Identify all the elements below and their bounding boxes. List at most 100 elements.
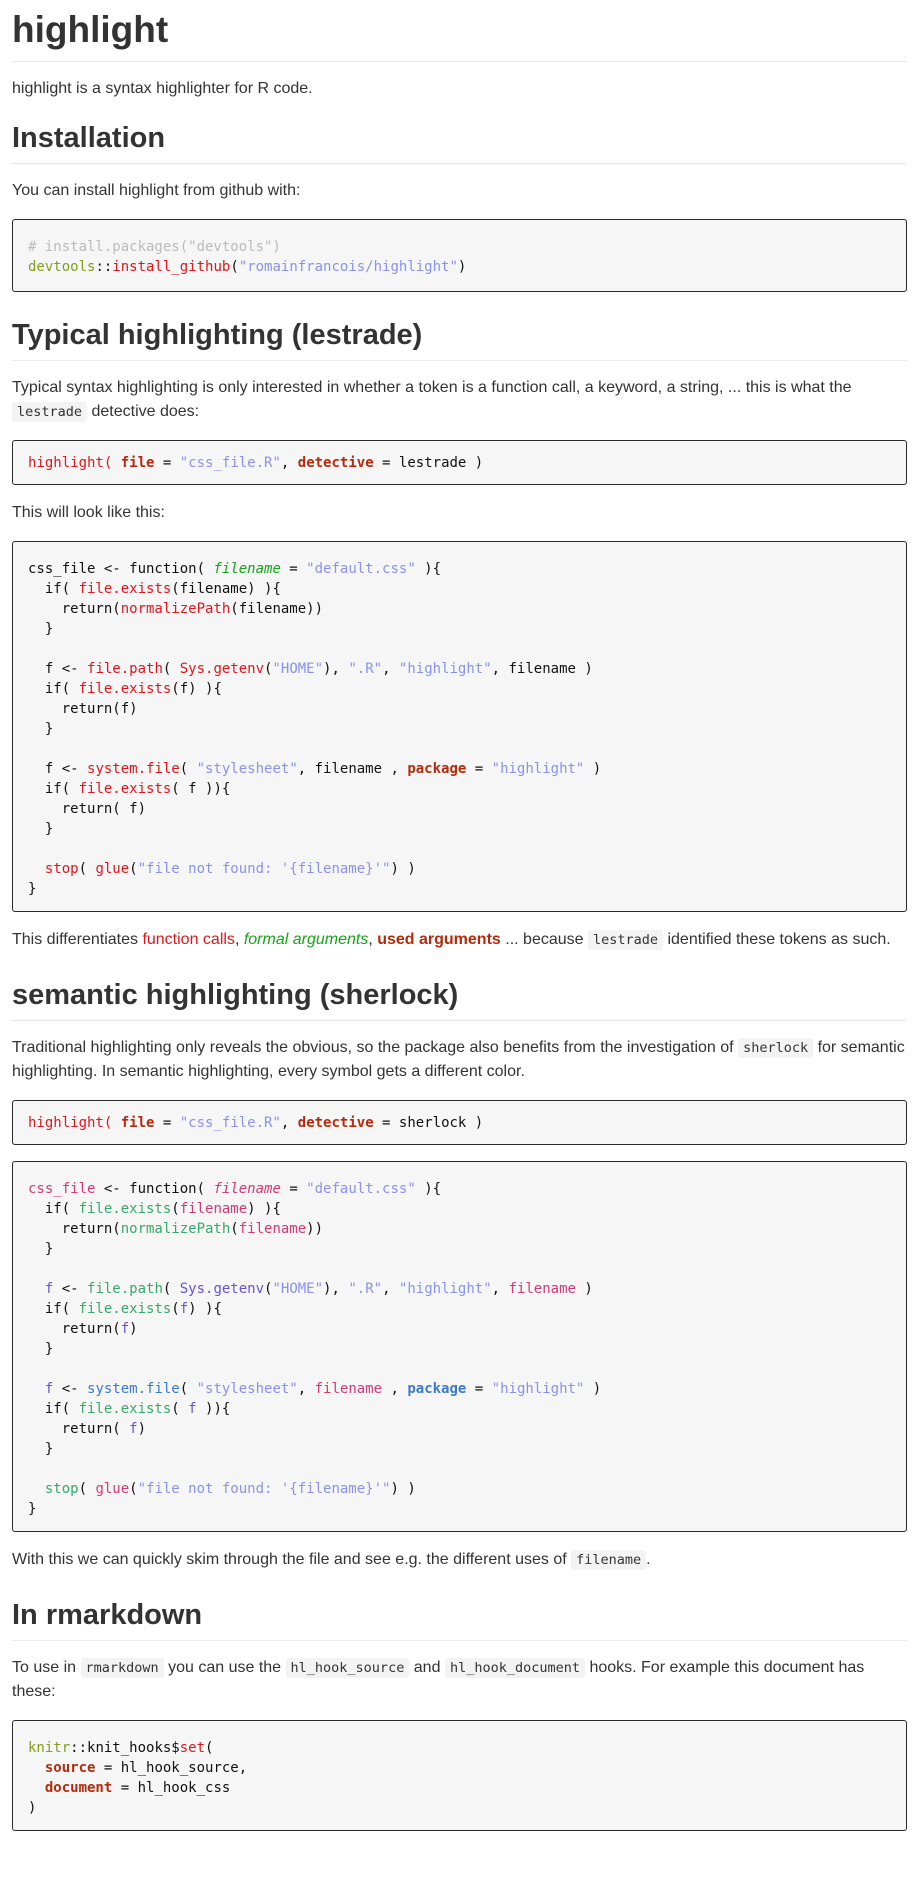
code-line: return( f) <box>28 1419 891 1439</box>
code-symbol: filename <box>508 1281 576 1297</box>
call-arg-detective: detective <box>297 455 374 471</box>
code-text: <- <box>53 1281 88 1297</box>
code-string: "highlight" <box>398 1281 492 1297</box>
code-formal-arg: filename <box>213 561 281 577</box>
sherlock-output-block: css_file <- function( filename = "defaul… <box>12 1161 907 1532</box>
sherlock-call-block: highlight( file = "css_file.R", detectiv… <box>12 1100 907 1145</box>
code-function: file.exists <box>78 781 172 797</box>
code-text: = <box>280 561 307 577</box>
installation-text: You can install highlight from github wi… <box>12 182 301 199</box>
code-text: ( <box>129 861 138 877</box>
code-text: ) <box>129 1321 138 1337</box>
code-text: (filename)) <box>230 601 324 617</box>
lestrade-code: lestrade <box>587 930 664 950</box>
code-text: ( <box>78 861 96 877</box>
code-text: } <box>28 1441 54 1457</box>
code-text: ( <box>162 1281 180 1297</box>
code-text: ) ){ <box>247 1201 281 1217</box>
code-symbol: f <box>129 1421 138 1437</box>
sherlock-code: sherlock <box>738 1038 814 1058</box>
code-text: )) <box>306 1221 324 1237</box>
code-arg-source: source <box>44 1760 96 1776</box>
code-text: , <box>491 1281 509 1297</box>
code-line: css_file <- function( filename = "defaul… <box>28 1179 891 1199</box>
diff-text-1: This differentiates <box>12 931 143 948</box>
diff-text-3: identified these tokens as such. <box>663 931 891 948</box>
code-string: "romainfrancois/highlight" <box>238 259 458 275</box>
lestrade-code: lestrade <box>12 402 88 422</box>
code-text: ( <box>179 761 197 777</box>
code-symbol: filename <box>238 1221 307 1237</box>
code-line: return(normalizePath(filename)) <box>28 599 891 619</box>
code-symbol: Sys.getenv <box>179 1281 265 1297</box>
call-value: lestrade ) <box>398 455 484 471</box>
code-line: return(normalizePath(filename)) <box>28 1219 891 1239</box>
code-symbol-function: system.file <box>87 1381 180 1397</box>
code-line: f <- file.path( Sys.getenv("HOME"), ".R"… <box>28 1279 891 1299</box>
code-text: if( <box>28 1201 79 1217</box>
code-symbol: f <box>188 1401 197 1417</box>
call-eq: = <box>154 455 180 471</box>
code-text: f <- <box>28 761 88 777</box>
code-text: ) ) <box>390 861 416 877</box>
code-text: } <box>28 721 54 737</box>
code-text: , filename , <box>297 761 408 777</box>
code-text: = <box>280 1181 307 1197</box>
code-function: system.file <box>87 761 180 777</box>
code-function: file.exists <box>78 681 172 697</box>
call-value: sherlock ) <box>398 1115 484 1131</box>
code-text: = <box>466 1381 492 1397</box>
semantic-text: Traditional highlighting only reveals th… <box>12 1036 907 1084</box>
filename-code: filename <box>571 1550 647 1570</box>
skim-text-before: With this we can quickly skim through th… <box>12 1551 567 1568</box>
install-code-block: # install.packages("devtools") devtools::… <box>12 219 907 292</box>
code-string: ".R" <box>348 661 383 677</box>
call-arg-detective: detective <box>297 1115 374 1131</box>
call-arg-file: file <box>120 1115 155 1131</box>
call-string: "css_file.R" <box>179 1115 281 1131</box>
code-line: } <box>28 1239 891 1259</box>
code-paren-close: ) <box>28 1800 37 1816</box>
code-text: ){ <box>415 561 442 577</box>
code-text: } <box>28 621 54 637</box>
code-text: ), <box>323 661 349 677</box>
code-text: return(f) <box>28 701 138 717</box>
code-arg-document: document <box>44 1780 113 1796</box>
code-paren-open: ( <box>230 259 239 275</box>
code-symbol-function: file.exists <box>78 1301 172 1317</box>
code-line: if( file.exists(f) ){ <box>28 679 891 699</box>
call-eq: = <box>154 1115 180 1131</box>
typical-text-after: detective does: <box>91 403 200 420</box>
installation-heading: Installation <box>12 120 907 164</box>
code-string: "file not found: '{filename}'" <box>137 861 391 877</box>
look-text: This will look like this: <box>12 504 165 521</box>
code-function: file.path <box>87 661 163 677</box>
code-line: stop( glue("file not found: '{filename}'… <box>28 1479 891 1499</box>
code-text: if( <box>28 581 79 597</box>
rmarkdown-code: rmarkdown <box>80 1658 164 1678</box>
rmarkdown-text: To use in rmarkdown you can use the hl_h… <box>12 1656 907 1704</box>
code-function: normalizePath <box>120 601 231 617</box>
code-text: ) ) <box>390 1481 416 1497</box>
call-eq: = <box>373 455 399 471</box>
code-line: f <- system.file( "stylesheet", filename… <box>28 1379 891 1399</box>
knitr-hooks-code-block: knitr::knit_hooks$set( source = hl_hook_… <box>12 1720 907 1831</box>
code-text: } <box>28 1241 54 1257</box>
diff-sep-2: , <box>368 931 378 948</box>
code-used-arg: package <box>407 761 467 777</box>
code-line: if( file.exists(filename) ){ <box>28 579 891 599</box>
used-arguments-label: used arguments <box>377 931 501 948</box>
rmarkdown-heading: In rmarkdown <box>12 1597 907 1641</box>
code-string: "HOME" <box>272 661 324 677</box>
code-separator: :: <box>95 259 113 275</box>
code-function: install_github <box>112 259 231 275</box>
code-string: "file not found: '{filename}'" <box>137 1481 391 1497</box>
code-string: ".R" <box>348 1281 383 1297</box>
code-string: "HOME" <box>272 1281 324 1297</box>
code-string: "default.css" <box>306 561 416 577</box>
